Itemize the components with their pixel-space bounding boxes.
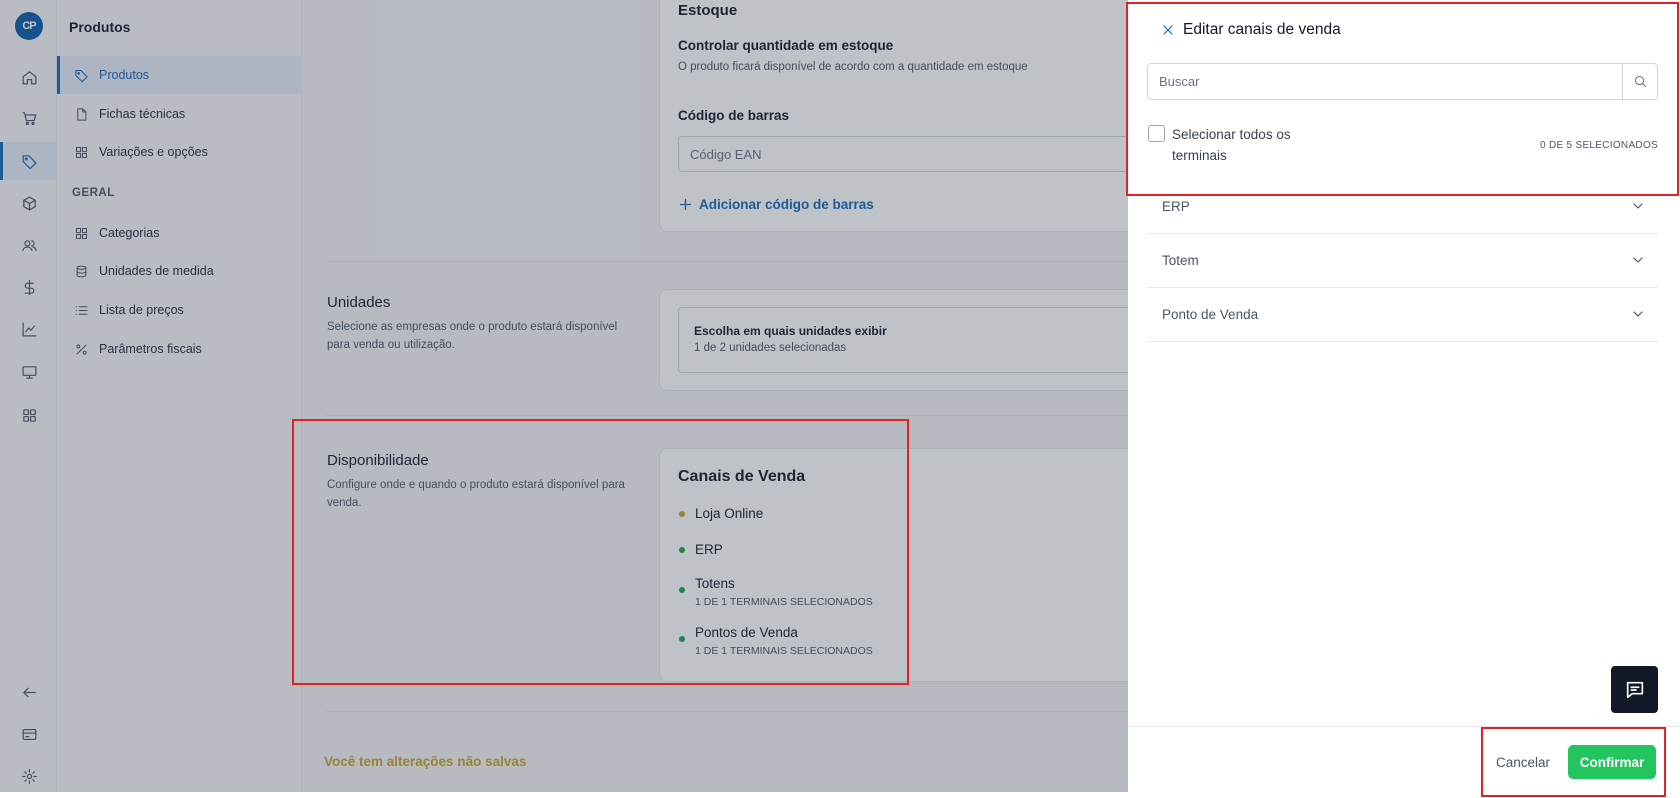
edit-channels-drawer: Editar canais de venda Selecionar todos …: [1128, 0, 1680, 792]
drawer-footer-divider: [1128, 726, 1680, 727]
drawer-title: Editar canais de venda: [1183, 21, 1341, 38]
select-all-checkbox[interactable]: [1148, 125, 1165, 142]
cancel-button[interactable]: Cancelar: [1488, 745, 1558, 779]
accordion-label: Totem: [1162, 253, 1199, 268]
accordion-erp[interactable]: ERP: [1147, 180, 1658, 234]
modal-backdrop[interactable]: [0, 0, 1128, 792]
close-icon: [1163, 25, 1173, 35]
accordion-label: Ponto de Venda: [1162, 307, 1259, 322]
search-box: [1147, 63, 1658, 100]
search-button[interactable]: [1622, 64, 1657, 99]
chevron-down-icon: [1630, 252, 1646, 268]
close-button[interactable]: [1158, 20, 1178, 40]
chevron-down-icon: [1630, 198, 1646, 214]
chat-button[interactable]: [1611, 666, 1658, 713]
accordion-ponto-de-venda[interactable]: Ponto de Venda: [1147, 288, 1658, 342]
accordion-label: ERP: [1162, 199, 1190, 214]
confirm-button[interactable]: Confirmar: [1568, 745, 1656, 779]
search-icon: [1634, 75, 1646, 88]
selected-count: 0 DE 5 SELECIONADOS: [1540, 140, 1658, 151]
chat-icon: [1626, 681, 1643, 698]
accordion-totem[interactable]: Totem: [1147, 234, 1658, 288]
search-input[interactable]: [1148, 64, 1624, 99]
chevron-down-icon: [1630, 306, 1646, 322]
select-all-label[interactable]: Selecionar todos os terminais: [1172, 124, 1322, 166]
